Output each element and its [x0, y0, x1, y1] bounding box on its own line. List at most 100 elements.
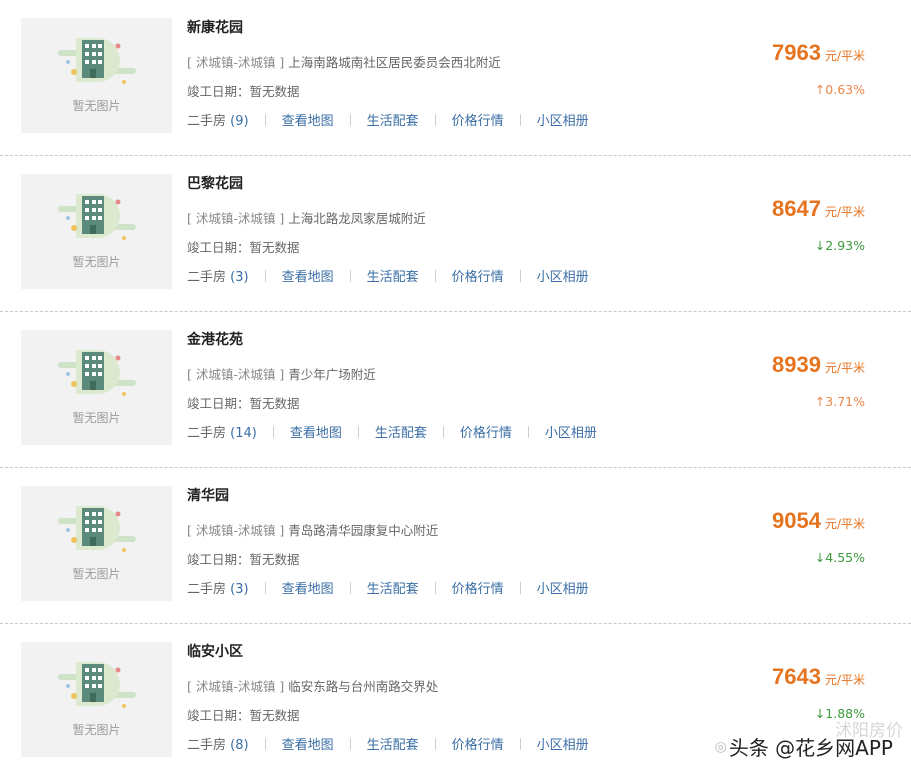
completion-date: 竣工日期：暂无数据: [187, 552, 300, 567]
divider: [264, 737, 266, 750]
community-address: [ 沭城镇-沭城镇 ] 青岛路清华园康复中心附近: [187, 520, 438, 539]
price-block: 8647 元/平米: [772, 196, 865, 222]
second-hand-label: 二手房: [187, 738, 227, 753]
amenities-link[interactable]: 生活配套: [367, 734, 419, 753]
completion-date: 竣工日期：暂无数据: [187, 396, 300, 411]
album-link[interactable]: 小区相册: [537, 110, 589, 129]
price-trend-link[interactable]: 价格行情: [452, 110, 504, 129]
district-label: [ 沭城镇-沭城镇 ]: [187, 55, 285, 70]
divider: [519, 269, 521, 282]
community-name[interactable]: 巴黎花园: [187, 173, 243, 193]
second-hand-link[interactable]: 二手房 (8): [187, 734, 249, 753]
community-links: 二手房 (3) 查看地图 生活配套 价格行情 小区相册: [187, 266, 589, 285]
price-unit: 元/平米: [824, 673, 865, 687]
divider: [264, 581, 266, 594]
divider: [442, 425, 444, 438]
price-trend-link[interactable]: 价格行情: [452, 578, 504, 597]
house-placeholder-icon: [58, 662, 136, 708]
completion-date: 竣工日期：暂无数据: [187, 240, 300, 255]
second-hand-label: 二手房: [187, 426, 227, 441]
price-change: ↓4.55%: [814, 550, 865, 565]
album-link[interactable]: 小区相册: [537, 266, 589, 285]
price-block: 7643 元/平米: [772, 664, 865, 690]
price-trend-link[interactable]: 价格行情: [460, 422, 512, 441]
divider: [349, 269, 351, 282]
community-thumbnail[interactable]: 暂无图片: [21, 18, 172, 133]
divider: [349, 737, 351, 750]
district-label: [ 沭城镇-沭城镇 ]: [187, 367, 285, 382]
watermark: ◎ 头条 @花乡网APP: [715, 732, 893, 761]
district-label: [ 沭城镇-沭城镇 ]: [187, 679, 285, 694]
second-hand-label: 二手房: [187, 114, 227, 129]
price-unit: 元/平米: [824, 517, 865, 531]
community-item: 暂无图片 新康花园 [ 沭城镇-沭城镇 ] 上海南路城南社区居民委员会西北附近 …: [0, 0, 911, 156]
second-hand-link[interactable]: 二手房 (3): [187, 266, 249, 285]
address-text: 青少年广场附近: [288, 367, 376, 382]
second-hand-link[interactable]: 二手房 (3): [187, 578, 249, 597]
address-text: 临安东路与台州南路交界处: [288, 679, 439, 694]
view-map-link[interactable]: 查看地图: [290, 422, 342, 441]
divider: [349, 581, 351, 594]
community-thumbnail[interactable]: 暂无图片: [21, 642, 172, 757]
community-address: [ 沭城镇-沭城镇 ] 临安东路与台州南路交界处: [187, 676, 438, 695]
community-name[interactable]: 临安小区: [187, 641, 243, 661]
district-label: [ 沭城镇-沭城镇 ]: [187, 523, 285, 538]
album-link[interactable]: 小区相册: [545, 422, 597, 441]
view-map-link[interactable]: 查看地图: [282, 734, 334, 753]
price-unit: 元/平米: [824, 361, 865, 375]
amenities-link[interactable]: 生活配套: [367, 110, 419, 129]
price-trend-link[interactable]: 价格行情: [452, 266, 504, 285]
second-hand-count: (14): [230, 426, 257, 441]
divider: [434, 269, 436, 282]
house-placeholder-icon: [58, 194, 136, 240]
album-link[interactable]: 小区相册: [537, 734, 589, 753]
divider: [519, 737, 521, 750]
amenities-link[interactable]: 生活配套: [367, 578, 419, 597]
community-name[interactable]: 新康花园: [187, 17, 243, 37]
second-hand-count: (3): [230, 582, 249, 597]
address-text: 上海南路城南社区居民委员会西北附近: [288, 55, 501, 70]
divider: [264, 269, 266, 282]
price-value: 9054: [772, 508, 821, 533]
community-address: [ 沭城镇-沭城镇 ] 上海南路城南社区居民委员会西北附近: [187, 52, 501, 71]
divider: [272, 425, 274, 438]
address-text: 上海北路龙凤家居城附近: [288, 211, 426, 226]
district-label: [ 沭城镇-沭城镇 ]: [187, 211, 285, 226]
community-links: 二手房 (3) 查看地图 生活配套 价格行情 小区相册: [187, 578, 589, 597]
price-change: ↓2.93%: [814, 238, 865, 253]
community-thumbnail[interactable]: 暂无图片: [21, 486, 172, 601]
price-trend-link[interactable]: 价格行情: [452, 734, 504, 753]
completion-date: 竣工日期：暂无数据: [187, 708, 300, 723]
price-unit: 元/平米: [824, 205, 865, 219]
second-hand-link[interactable]: 二手房 (9): [187, 110, 249, 129]
price-block: 7963 元/平米: [772, 40, 865, 66]
price-unit: 元/平米: [824, 49, 865, 63]
price-block: 8939 元/平米: [772, 352, 865, 378]
price-change: ↑3.71%: [814, 394, 865, 409]
house-placeholder-icon: [58, 38, 136, 84]
second-hand-link[interactable]: 二手房 (14): [187, 422, 257, 441]
price-value: 8647: [772, 196, 821, 221]
community-list: 暂无图片 新康花园 [ 沭城镇-沭城镇 ] 上海南路城南社区居民委员会西北附近 …: [0, 0, 911, 779]
community-links: 二手房 (9) 查看地图 生活配套 价格行情 小区相册: [187, 110, 589, 129]
community-thumbnail[interactable]: 暂无图片: [21, 330, 172, 445]
community-name[interactable]: 清华园: [187, 485, 229, 505]
divider: [357, 425, 359, 438]
price-block: 9054 元/平米: [772, 508, 865, 534]
second-hand-count: (9): [230, 114, 249, 129]
divider: [519, 581, 521, 594]
no-image-label: 暂无图片: [72, 99, 121, 113]
community-name[interactable]: 金港花苑: [187, 329, 243, 349]
community-thumbnail[interactable]: 暂无图片: [21, 174, 172, 289]
price-change: ↑0.63%: [814, 82, 865, 97]
view-map-link[interactable]: 查看地图: [282, 578, 334, 597]
view-map-link[interactable]: 查看地图: [282, 266, 334, 285]
community-links: 二手房 (14) 查看地图 生活配套 价格行情 小区相册: [187, 422, 597, 441]
amenities-link[interactable]: 生活配套: [375, 422, 427, 441]
community-item: 暂无图片 清华园 [ 沭城镇-沭城镇 ] 青岛路清华园康复中心附近 竣工日期：暂…: [0, 468, 911, 624]
divider: [264, 113, 266, 126]
amenities-link[interactable]: 生活配套: [367, 266, 419, 285]
view-map-link[interactable]: 查看地图: [282, 110, 334, 129]
album-link[interactable]: 小区相册: [537, 578, 589, 597]
no-image-label: 暂无图片: [72, 411, 121, 425]
